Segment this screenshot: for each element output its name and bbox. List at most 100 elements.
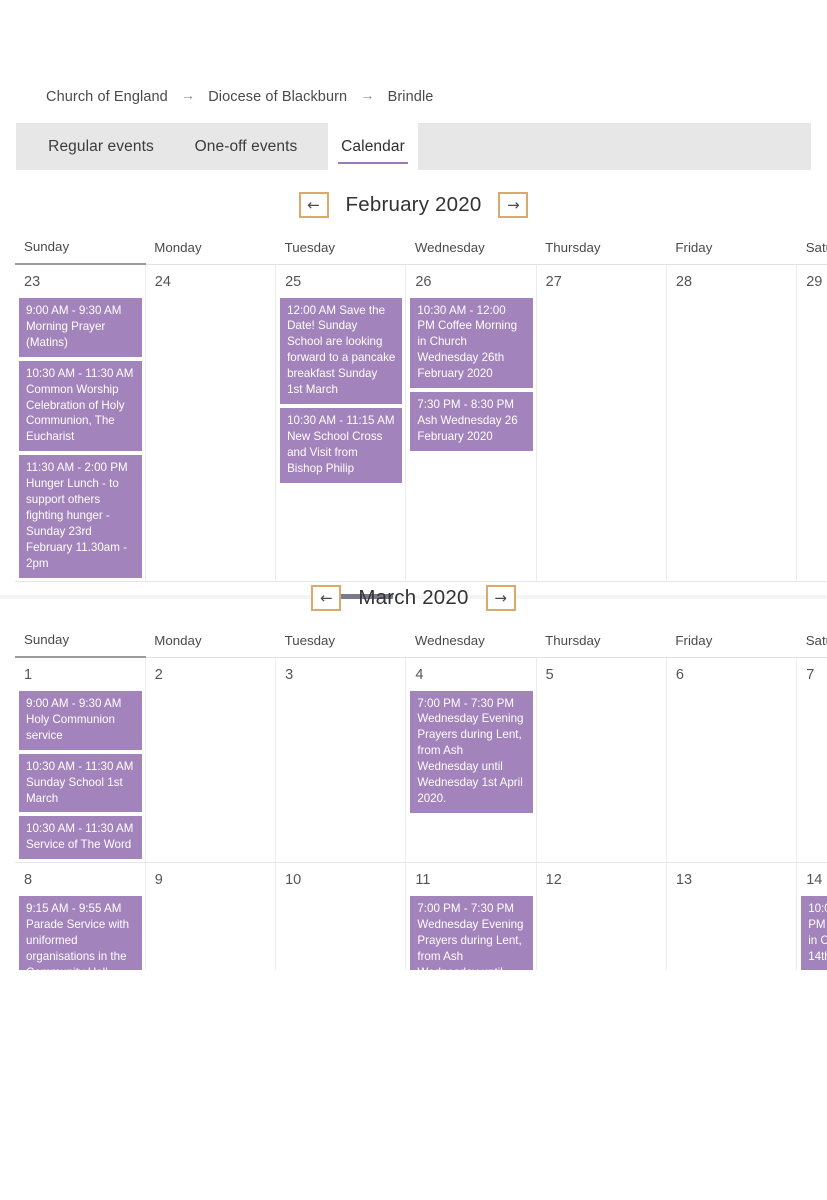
calendar-week-row: 1 9:00 AM - 9:30 AM Holy Communion servic…: [15, 657, 827, 864]
tab-calendar[interactable]: Calendar: [328, 123, 418, 170]
calendar-event[interactable]: 7:00 PM - 7:30 PM Wednesday Evening Pray…: [409, 689, 534, 814]
day-cell-2[interactable]: 2: [145, 657, 277, 864]
calendar-title-february: February 2020: [345, 193, 482, 216]
weekday-header-sunday: Sunday: [15, 239, 146, 265]
day-number: 23: [24, 274, 41, 290]
day-events: 7:00 PM - 7:30 PM Wednesday Evening Pray…: [406, 689, 535, 814]
calendar-grid-viewport-march: Sunday Monday Tuesday Wednesday Thursday Frid…: [0, 632, 827, 970]
day-cell-25[interactable]: 25 12:00 AM Save the Date! Sunday School …: [275, 264, 407, 582]
day-cell-23[interactable]: 23 9:00 AM - 9:30 AM Morning Prayer (Mati…: [15, 264, 146, 582]
weekday-header-friday: Friday: [666, 632, 797, 658]
calendar-march: ← March 2020 → Sunday Monday Tuesday Wednesday…: [0, 581, 827, 970]
day-number: 11: [415, 872, 431, 889]
day-events: 7:00 PM - 7:30 PM Wednesday Evening Pray…: [406, 895, 535, 970]
weekday-header-monday: Monday: [145, 632, 276, 658]
breadcrumb-item-church-of-england[interactable]: Church of England: [46, 89, 168, 105]
day-cell-11[interactable]: 11 7:00 PM - 7:30 PM Wednesday Evening Pr…: [405, 862, 537, 970]
calendar-event[interactable]: 10:30 AM - 11:15 AM New School Cross and…: [279, 406, 404, 484]
tab-bar: Regular events One-off events Calendar: [16, 123, 811, 170]
day-cell-26[interactable]: 26 10:30 AM - 12:00 PM Coffee Morning in …: [405, 264, 537, 582]
calendar-event[interactable]: 10:30 AM - 11:30 AM Service of The Word: [18, 815, 143, 861]
next-month-button-february[interactable]: →: [498, 192, 529, 218]
calendar-grid-viewport-february: Sunday Monday Tuesday Wednesday Thursday Frid…: [0, 239, 827, 589]
weekday-header-wednesday: Wednesday: [405, 239, 537, 265]
day-number: 1: [24, 667, 33, 683]
calendar-header-march: ← March 2020 →: [0, 581, 827, 615]
day-cell-28[interactable]: 28: [666, 264, 798, 582]
weekday-header-friday: Friday: [666, 239, 797, 265]
calendar-header-february: ← February 2020 →: [0, 188, 827, 222]
calendar-event[interactable]: 9:00 AM - 9:30 AM Holy Communion service: [18, 690, 143, 751]
day-number: 4: [415, 666, 424, 683]
day-cell-4[interactable]: 4 7:00 PM - 7:30 PM Wednesday Evening Pra…: [405, 657, 537, 864]
day-cell-10[interactable]: 10: [275, 862, 407, 970]
calendar-week-row: 23 9:00 AM - 9:30 AM Morning Prayer (Mati…: [15, 264, 827, 582]
day-cell-7[interactable]: 7: [796, 657, 827, 864]
day-cell-27[interactable]: 27: [536, 264, 667, 582]
day-number: 14: [806, 872, 823, 889]
day-number: 8: [24, 872, 33, 889]
day-number: 3: [285, 666, 294, 683]
weekday-header-wednesday: Wednesday: [405, 632, 537, 658]
day-cell-13[interactable]: 13: [666, 862, 798, 970]
day-events: 9:00 AM - 9:30 AM Morning Prayer (Matins…: [15, 297, 145, 579]
weekday-header-saturday: Saturday: [796, 632, 827, 658]
weekday-header-thursday: Thursday: [536, 239, 667, 265]
calendar-event[interactable]: 9:00 AM - 9:30 AM Morning Prayer (Matins…: [18, 297, 143, 358]
active-tab-underline: [338, 161, 408, 164]
tab-regular-events[interactable]: Regular events: [46, 123, 156, 170]
calendar-event[interactable]: 9:15 AM - 9:55 AM Parade Service with un…: [18, 895, 143, 970]
day-number: 13: [675, 872, 693, 889]
day-number: 12: [545, 872, 562, 889]
calendar-event[interactable]: 10:00 AM - 12:00 PM Coffee Morning in Ch…: [800, 895, 827, 970]
day-events: 10:00 AM - 12:00 PM Coffee Morning in Ch…: [797, 895, 827, 970]
day-number: 24: [154, 273, 171, 290]
calendar-event[interactable]: 10:30 AM - 12:00 PM Coffee Morning in Ch…: [409, 296, 534, 390]
tab-label: Regular events: [48, 137, 154, 155]
day-number: 27: [545, 273, 562, 290]
day-cell-12[interactable]: 12: [536, 862, 667, 970]
previous-month-button-february[interactable]: ←: [298, 192, 329, 218]
day-number: 9: [154, 872, 163, 889]
calendar-event[interactable]: 10:30 AM - 11:30 AM Sunday School 1st Ma…: [18, 752, 143, 814]
day-cell-14[interactable]: 14 10:00 AM - 12:00 PM Coffee Morning in …: [796, 862, 827, 970]
calendar-event[interactable]: 10:30 AM - 11:30 AM Common Worship Celeb…: [18, 359, 143, 453]
day-cell-6[interactable]: 6: [666, 657, 798, 864]
breadcrumb-item-diocese-of-blackburn[interactable]: Diocese of Blackburn: [208, 89, 347, 105]
calendar-event[interactable]: 12:00 AM Save the Date! Sunday School ar…: [279, 296, 404, 405]
tab-one-off-events[interactable]: One-off events: [181, 123, 311, 170]
day-number: 29: [806, 273, 823, 290]
day-cell-3[interactable]: 3: [275, 657, 407, 864]
day-events: 9:15 AM - 9:55 AM Parade Service with un…: [15, 895, 145, 970]
previous-month-button-march[interactable]: ←: [311, 585, 342, 611]
calendar-event[interactable]: 7:00 PM - 7:30 PM Wednesday Evening Pray…: [409, 895, 534, 970]
weekday-header-tuesday: Tuesday: [275, 632, 406, 658]
calendar-event[interactable]: 11:30 AM - 2:00 PM Hunger Lunch - to sup…: [18, 454, 143, 579]
next-month-button-march[interactable]: →: [485, 585, 516, 611]
day-cell-5[interactable]: 5: [536, 657, 667, 864]
day-cell-29[interactable]: 29: [796, 264, 827, 582]
breadcrumb-item-brindle[interactable]: Brindle: [388, 89, 434, 105]
day-number: 6: [675, 666, 684, 683]
weekday-header-thursday: Thursday: [536, 632, 667, 658]
day-events: 10:30 AM - 12:00 PM Coffee Morning in Ch…: [406, 296, 535, 452]
calendar-event[interactable]: 7:30 PM - 8:30 PM Ash Wednesday 26 Febru…: [409, 391, 534, 452]
tab-label: One-off events: [194, 137, 298, 155]
calendar-week-row: 8 9:15 AM - 9:55 AM Parade Service with u…: [15, 862, 827, 970]
weekday-header-monday: Monday: [145, 239, 276, 265]
day-number: 10: [285, 872, 302, 889]
day-cell-24[interactable]: 24: [145, 264, 277, 582]
day-events: 12:00 AM Save the Date! Sunday School ar…: [276, 296, 405, 484]
weekday-header-tuesday: Tuesday: [275, 239, 406, 265]
day-number: 26: [415, 273, 432, 290]
day-number: 28: [675, 273, 693, 290]
breadcrumb: Church of England → Diocese of Blackburn…: [46, 87, 434, 105]
day-cell-9[interactable]: 9: [145, 862, 277, 970]
day-events: 9:00 AM - 9:30 AM Holy Communion service…: [15, 690, 145, 861]
calendar-grid-march: Sunday Monday Tuesday Wednesday Thursday Frid…: [15, 632, 827, 970]
calendar-grid-february: Sunday Monday Tuesday Wednesday Thursday Frid…: [15, 239, 827, 582]
tab-label: Calendar: [341, 137, 405, 155]
day-cell-1[interactable]: 1 9:00 AM - 9:30 AM Holy Communion servic…: [15, 657, 146, 864]
weekday-header-saturday: Saturday: [796, 239, 827, 265]
day-cell-8[interactable]: 8 9:15 AM - 9:55 AM Parade Service with u…: [15, 862, 146, 970]
